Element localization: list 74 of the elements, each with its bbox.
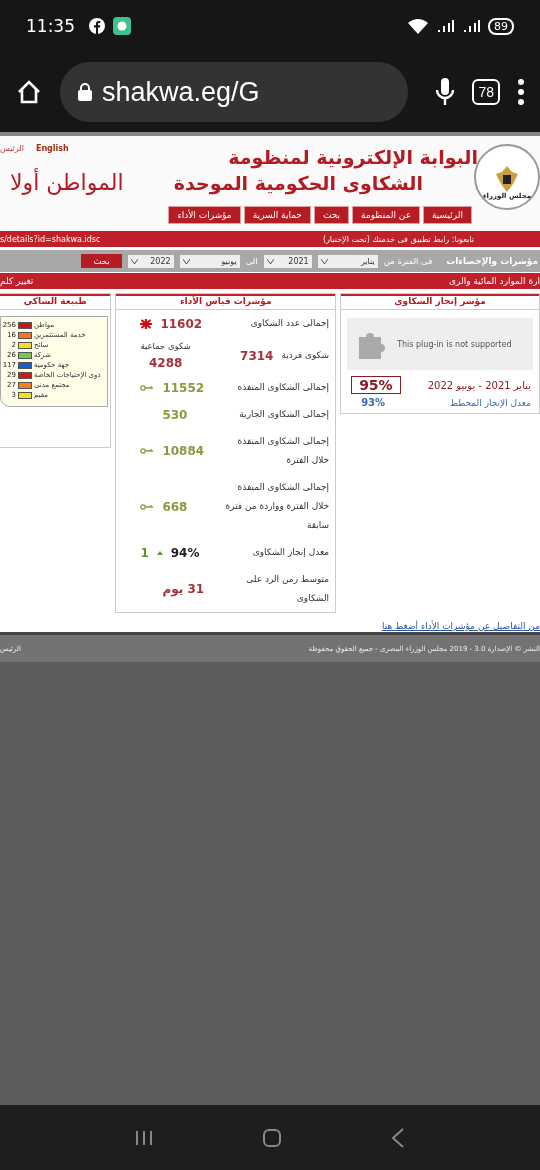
caret-icon — [182, 258, 190, 264]
kpi-value: 11602 — [160, 316, 203, 331]
kpi-value: 11552 — [162, 380, 205, 395]
app-link[interactable]: s/details?id=shakwa.idsc — [0, 234, 101, 244]
year-select[interactable]: 2021 — [263, 254, 312, 268]
kpi-label: إجمالى عدد الشكاوى — [249, 317, 330, 331]
tab-switcher[interactable]: 78 — [472, 79, 500, 105]
home-icon[interactable] — [16, 79, 42, 105]
year-select[interactable]: 2022 — [127, 254, 174, 268]
menu-icon[interactable] — [518, 79, 524, 105]
plugin-message: This plug-in is not supported — [397, 339, 512, 349]
panel-title: طبيعة الشاكى — [0, 294, 111, 310]
panel-title: مؤشرات قياس الأداء — [116, 294, 336, 310]
details-link[interactable]: من التفاصيل عن مؤشرات الأداء أضغط هنا — [0, 621, 540, 631]
ticker-text: تابعونا: رابط تطبيق فى خدمتك (تحت الإختبار) — [322, 234, 474, 244]
microphone-icon[interactable] — [436, 78, 455, 106]
key-icon — [140, 384, 155, 391]
key-icon — [140, 448, 155, 454]
language-link[interactable]: English — [35, 144, 69, 153]
kpi-value: 668 — [162, 499, 188, 514]
planned-rate: 93% — [361, 397, 386, 408]
month-select[interactable]: يناير — [317, 254, 378, 268]
asterisk-icon — [140, 318, 153, 329]
home-link[interactable]: الرئيس — [0, 144, 24, 153]
kpi-label: إجمالى الشكاوى المنفذة خلال الفترة وواردة من فترة سابقة — [224, 481, 330, 532]
facebook-icon — [89, 18, 105, 34]
nav-tab[interactable]: بحث — [313, 206, 350, 224]
section-title: مؤشرات والإحصاءات — [446, 256, 538, 266]
kpi-value: 31 يوم — [162, 582, 205, 596]
kpi-label: شكوى جماعية — [140, 341, 191, 351]
kpi-value: 530 — [162, 407, 188, 422]
kpi-label: إجمالى الشكاوى الجارية — [238, 408, 330, 422]
home-button-icon[interactable] — [263, 1128, 281, 1147]
clock: 11:35 — [26, 16, 75, 36]
change-link[interactable]: تغيير كلم — [0, 276, 34, 286]
nav-tab[interactable]: عن المنظومة — [352, 206, 420, 224]
nav-tab[interactable]: الرئيسية — [423, 206, 472, 224]
signal-icon — [436, 20, 454, 32]
search-button[interactable]: بحث — [81, 254, 122, 268]
key-icon — [140, 503, 155, 510]
panel-title: مؤشر إنجاز الشكاوى — [341, 294, 539, 310]
kpi-label: معدل إنجاز الشكاوى — [251, 546, 330, 559]
period-text: يناير 2021 - يونيو 2022 — [427, 379, 531, 391]
filter-label: الى — [245, 256, 258, 266]
chat-icon — [113, 17, 131, 35]
lock-icon — [78, 83, 92, 101]
recent-apps-icon[interactable] — [135, 1129, 153, 1146]
kpi-value: 4288 — [148, 356, 183, 370]
wifi-icon — [408, 18, 428, 34]
signal-icon — [462, 20, 480, 32]
up-arrow-icon — [156, 550, 163, 555]
change-value: 1 — [140, 545, 149, 560]
kpi-label: متوسط زمن الرد على الشكاوى — [245, 573, 330, 605]
address-bar[interactable]: shakwa.eg/G — [60, 62, 409, 122]
nav-tab[interactable]: حماية السرية — [243, 206, 311, 224]
agency-name: ارة الموارد المائية والرى — [449, 276, 540, 286]
caret-icon — [130, 258, 138, 264]
filter-label: فى الفترة من — [383, 256, 433, 266]
caret-icon — [320, 258, 328, 264]
planned-label: معدل الإنجاز المخطط — [449, 397, 531, 408]
achievement-rate: 95% — [351, 376, 401, 394]
caret-icon — [266, 258, 274, 264]
kpi-value: 7314 — [240, 348, 274, 363]
battery-level: 89 — [488, 17, 514, 35]
kpi-label: شكوى فردية — [281, 349, 330, 362]
nav-tab[interactable]: مؤشرات الأداء — [168, 206, 241, 224]
kpi-label: إجمالى الشكاوى المنفذة خلال الفترة — [236, 435, 330, 467]
kpi-value: 10884 — [162, 444, 205, 458]
kpi-value: 94% — [170, 545, 200, 560]
slogan: المواطن أولا — [10, 170, 124, 195]
month-select[interactable]: يونيو — [179, 254, 240, 268]
back-icon[interactable] — [391, 1127, 405, 1148]
site-title: الشكاوى الحكومية الموحدة — [173, 171, 423, 196]
kpi-label: إجمالى الشكاوى المنفذه — [236, 381, 330, 395]
